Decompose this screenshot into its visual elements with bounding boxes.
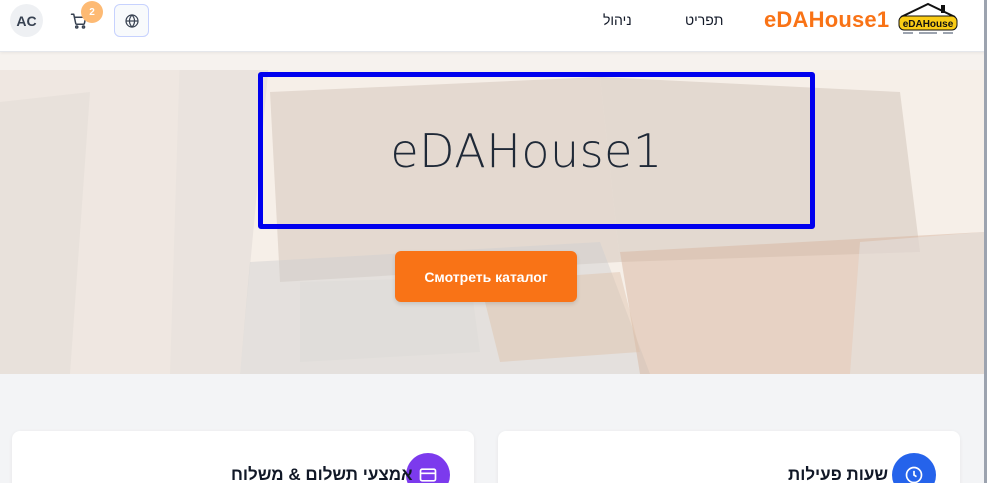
- payment-delivery-card: אמצעי תשלום & משלוח: [12, 431, 474, 483]
- top-header: AC 2 ניהול תפריט eDAHouse1 eDAHouse: [0, 0, 987, 52]
- cart-count-badge: 2: [81, 1, 103, 23]
- user-avatar[interactable]: AC: [10, 4, 43, 37]
- hours-icon-badge: [892, 453, 936, 483]
- hero-section: eDAHouse1 Смотреть каталог: [0, 52, 984, 374]
- opening-hours-card: שעות פעילות: [498, 431, 960, 483]
- credit-card-icon: [419, 468, 437, 482]
- clock-icon: [905, 466, 923, 483]
- hero-title: eDAHouse1: [390, 123, 663, 178]
- payment-delivery-title: אמצעי תשלום & משלוח: [231, 465, 413, 483]
- brand-logo[interactable]: eDAHouse: [895, 2, 961, 38]
- nav-admin-link[interactable]: ניהול: [603, 12, 632, 28]
- language-button[interactable]: [114, 4, 149, 37]
- nav-menu-link[interactable]: תפריט: [685, 12, 723, 28]
- globe-icon: [124, 13, 139, 28]
- svg-text:eDAHouse: eDAHouse: [903, 19, 954, 30]
- brand-name[interactable]: eDAHouse1: [764, 7, 889, 33]
- view-catalog-button[interactable]: Смотреть каталог: [395, 251, 577, 302]
- opening-hours-title: שעות פעילות: [788, 465, 889, 483]
